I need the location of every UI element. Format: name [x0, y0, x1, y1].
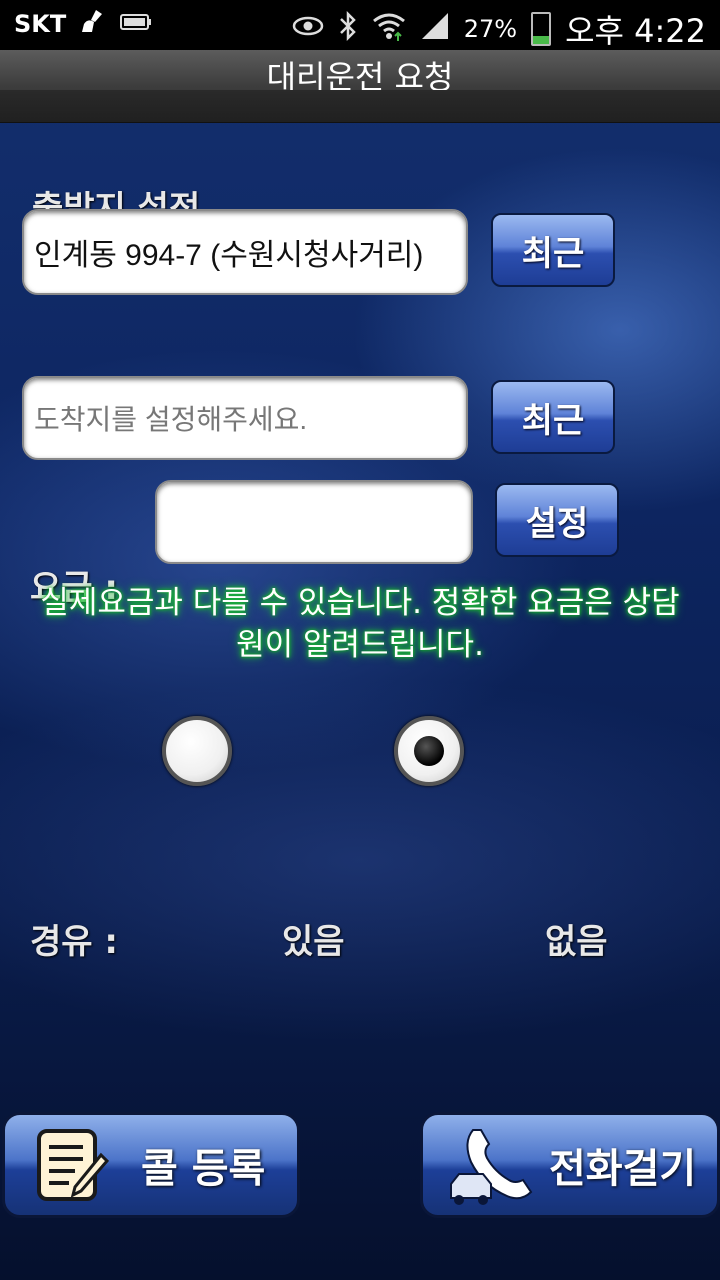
via-label: 경유 :	[30, 922, 118, 962]
destination-input[interactable]: 도착지를 설정해주세요.	[22, 376, 468, 460]
clock: 오후 4:22	[565, 12, 706, 50]
via-no-radio[interactable]	[394, 716, 464, 786]
battery-percent: 27%	[463, 15, 518, 43]
destination-recent-button[interactable]: 최근	[491, 380, 615, 454]
wifi-icon	[372, 11, 406, 47]
status-bar: SKT 27% 오후 4:22	[0, 0, 720, 50]
cleaner-icon	[80, 8, 106, 40]
battery-small-icon	[120, 10, 152, 38]
make-call-button[interactable]: 전화걸기	[420, 1112, 720, 1218]
signal-icon	[420, 11, 450, 47]
title-sub-bar	[0, 90, 720, 122]
battery-level-fill	[533, 35, 550, 44]
departure-recent-button[interactable]: 최근	[491, 213, 615, 287]
via-yes-radio[interactable]	[162, 716, 232, 786]
make-call-label: 전화걸기	[549, 1146, 697, 1192]
bluetooth-icon	[338, 10, 358, 47]
waypoint-set-button[interactable]: 설정	[495, 483, 619, 557]
departure-input[interactable]: 인계동 994-7 (수원시청사거리)	[22, 209, 468, 295]
battery-icon	[531, 12, 552, 46]
departure-label: 출발지 설정	[32, 189, 201, 210]
via-no-label[interactable]: 없음	[545, 914, 608, 963]
eye-icon	[292, 15, 324, 43]
title-bar: 대리운전 요청	[0, 50, 720, 123]
register-call-button[interactable]: 콜 등록	[2, 1112, 300, 1218]
waypoint-input[interactable]	[155, 480, 473, 564]
via-yes-label[interactable]: 있음	[282, 914, 345, 963]
radio-selected-dot	[414, 736, 444, 766]
fare-notice: 실제요금과 다를 수 있습니다. 정확한 요금은 상담원이 알려드립니다.	[40, 585, 680, 663]
phone-car-icon	[443, 1125, 543, 1205]
carrier-name: SKT	[14, 10, 67, 38]
memo-pencil-icon	[31, 1125, 111, 1205]
register-call-label: 콜 등록	[141, 1146, 266, 1192]
